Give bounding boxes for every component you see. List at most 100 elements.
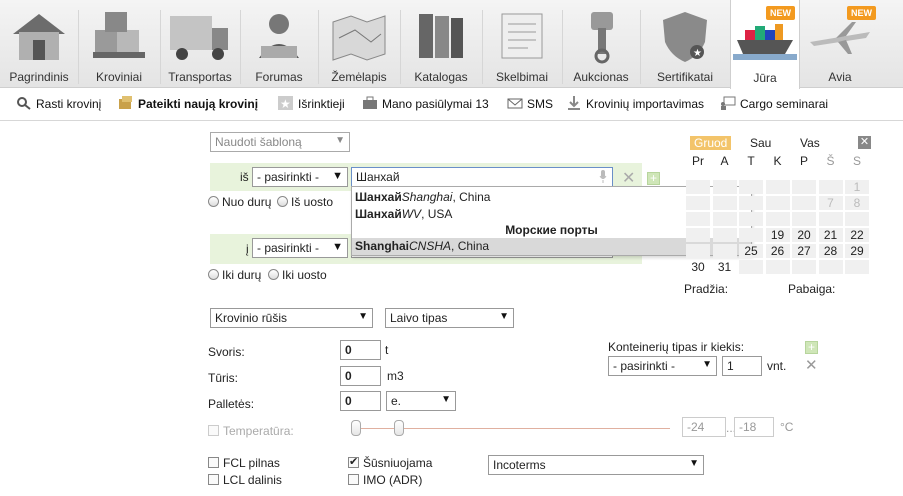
- nav-tab-katalogas[interactable]: Katalogas: [400, 0, 482, 88]
- calendar-day[interactable]: 7: [818, 196, 843, 210]
- subnav-envelope[interactable]: SMS: [507, 96, 553, 111]
- nav-divider: [160, 10, 161, 84]
- calendar-weekday: Š: [826, 154, 835, 168]
- nav-tab-forumas[interactable]: Forumas: [240, 0, 318, 88]
- calendar-day[interactable]: [686, 228, 710, 242]
- calendar-day[interactable]: [765, 180, 790, 194]
- add-icon[interactable]: +: [647, 172, 660, 185]
- calendar-day[interactable]: [845, 260, 869, 274]
- container-label: Konteinerių tipas ir kiekis:: [608, 340, 745, 354]
- nav-tab-sertifikatai[interactable]: ★ Sertifikatai: [640, 0, 730, 88]
- calendar-day[interactable]: [792, 260, 816, 274]
- calendar-day[interactable]: 29: [845, 244, 869, 258]
- calendar-day[interactable]: [818, 212, 843, 226]
- calendar-day[interactable]: [686, 196, 710, 210]
- calendar-day[interactable]: 31: [713, 260, 737, 274]
- incoterms-select[interactable]: Incoterms ▼: [488, 455, 704, 475]
- calendar-day[interactable]: [712, 228, 737, 242]
- calendar-day[interactable]: [792, 212, 816, 226]
- calendar-day[interactable]: [792, 180, 816, 194]
- calendar-day[interactable]: [765, 260, 790, 274]
- temperature-checkbox[interactable]: Temperatūra:: [208, 424, 294, 438]
- calendar-day[interactable]: 20: [792, 228, 816, 242]
- imo-checkbox[interactable]: IMO (ADR): [348, 473, 422, 487]
- close-calendar-icon[interactable]: ✕: [858, 136, 871, 149]
- temp-min-input[interactable]: -24: [682, 417, 726, 437]
- remove-container-icon[interactable]: ✕: [805, 356, 818, 374]
- calendar-month[interactable]: Gruod: [690, 136, 732, 150]
- lcl-checkbox[interactable]: LCL dalinis: [208, 473, 282, 487]
- calendar-day[interactable]: [739, 260, 763, 274]
- to-country-select[interactable]: - pasirinkti - ▼: [252, 238, 348, 258]
- calendar-day[interactable]: 28: [818, 244, 843, 258]
- nav-tab-pagrindinis[interactable]: Pagrindinis: [0, 0, 78, 88]
- temperature-slider-min-handle[interactable]: [351, 420, 361, 436]
- add-container-icon[interactable]: +: [805, 341, 818, 354]
- from-door-radio[interactable]: Nuo durų: [208, 195, 271, 209]
- calendar-day[interactable]: 8: [845, 196, 869, 210]
- calendar-month[interactable]: Sau: [750, 136, 771, 150]
- nav-tab-label: Sertifikatai: [656, 70, 714, 84]
- calendar-day[interactable]: [686, 244, 710, 258]
- calendar-day[interactable]: [686, 212, 710, 226]
- calendar-day[interactable]: [712, 244, 737, 258]
- subnav-submit-cargo[interactable]: Pateikti naują krovinį: [118, 96, 258, 111]
- calendar-day[interactable]: [739, 180, 763, 194]
- calendar-day[interactable]: [712, 180, 737, 194]
- weight-input[interactable]: 0: [340, 340, 381, 360]
- calendar-month[interactable]: Vas: [800, 136, 820, 150]
- container-qty-input[interactable]: 1: [722, 356, 762, 376]
- subnav-briefcase[interactable]: Mano pasiūlymai 13: [362, 96, 489, 111]
- microphone-icon[interactable]: [599, 170, 607, 187]
- calendar-day[interactable]: [765, 212, 790, 226]
- nav-tab-j-ra[interactable]: Jūra NEW: [730, 0, 800, 89]
- calendar-day[interactable]: [739, 228, 763, 242]
- calendar-day[interactable]: [818, 260, 843, 274]
- volume-input[interactable]: 0: [340, 366, 381, 386]
- to-door-radio[interactable]: Iki durų: [208, 268, 261, 282]
- fcl-checkbox[interactable]: FCL pilnas: [208, 456, 280, 470]
- calendar-day[interactable]: [712, 196, 737, 210]
- cargo-type-select[interactable]: Krovinio rūšis ▼: [210, 308, 373, 328]
- pallets-input[interactable]: 0: [340, 391, 381, 411]
- subnav-seminar[interactable]: Cargo seminarai: [720, 96, 828, 111]
- container-type-select[interactable]: - pasirinkti - ▼: [608, 356, 717, 376]
- subnav-star[interactable]: ★ Išrinktieji: [278, 96, 345, 111]
- nav-tab-skelbimai[interactable]: Skelbimai: [482, 0, 562, 88]
- calendar-day[interactable]: [765, 196, 790, 210]
- calendar-day[interactable]: [686, 180, 710, 194]
- calendar-day[interactable]: 21: [818, 228, 843, 242]
- calendar-day[interactable]: [739, 212, 763, 226]
- calendar-day[interactable]: 1: [845, 180, 869, 194]
- calendar-day[interactable]: [739, 196, 763, 210]
- clear-from-icon[interactable]: ✕: [622, 168, 635, 188]
- nav-tab-label: Aukcionas: [573, 70, 629, 84]
- nav-tab-avia[interactable]: Avia NEW: [800, 0, 880, 88]
- subnav-import[interactable]: Krovinių importavimas: [566, 96, 704, 111]
- calendar-day[interactable]: 26: [765, 244, 790, 258]
- stackable-checkbox[interactable]: Šūsniuojama: [348, 455, 432, 470]
- ship-type-select[interactable]: Laivo tipas ▼: [385, 308, 514, 328]
- temp-max-input[interactable]: -18: [734, 417, 774, 437]
- calendar-day[interactable]: [792, 196, 816, 210]
- calendar-day[interactable]: [818, 180, 843, 194]
- calendar-day[interactable]: 22: [845, 228, 869, 242]
- nav-tab-kroviniai[interactable]: Kroviniai: [78, 0, 160, 88]
- from-port-radio[interactable]: Iš uosto: [277, 195, 333, 209]
- nav-tab-transportas[interactable]: Transportas: [160, 0, 240, 88]
- calendar-day[interactable]: 25: [739, 244, 763, 258]
- calendar-day[interactable]: [845, 212, 869, 226]
- nav-tab--em-lapis[interactable]: Žemėlapis: [318, 0, 400, 88]
- calendar-day[interactable]: 27: [792, 244, 816, 258]
- pallets-unit-select[interactable]: e. ▼: [386, 391, 456, 411]
- to-port-radio[interactable]: Iki uosto: [268, 268, 327, 282]
- temperature-slider-max-handle[interactable]: [394, 420, 404, 436]
- subnav-search[interactable]: Rasti krovinį: [16, 96, 101, 111]
- from-city-input[interactable]: Шанхай: [351, 167, 613, 187]
- calendar-day[interactable]: 19: [765, 228, 790, 242]
- calendar-day[interactable]: [712, 212, 737, 226]
- calendar-day[interactable]: 30: [686, 260, 710, 274]
- nav-tab-aukcionas[interactable]: Aukcionas: [562, 0, 640, 88]
- template-select[interactable]: Naudoti šabloną ▼: [210, 132, 350, 152]
- from-country-select[interactable]: - pasirinkti - ▼: [252, 167, 348, 187]
